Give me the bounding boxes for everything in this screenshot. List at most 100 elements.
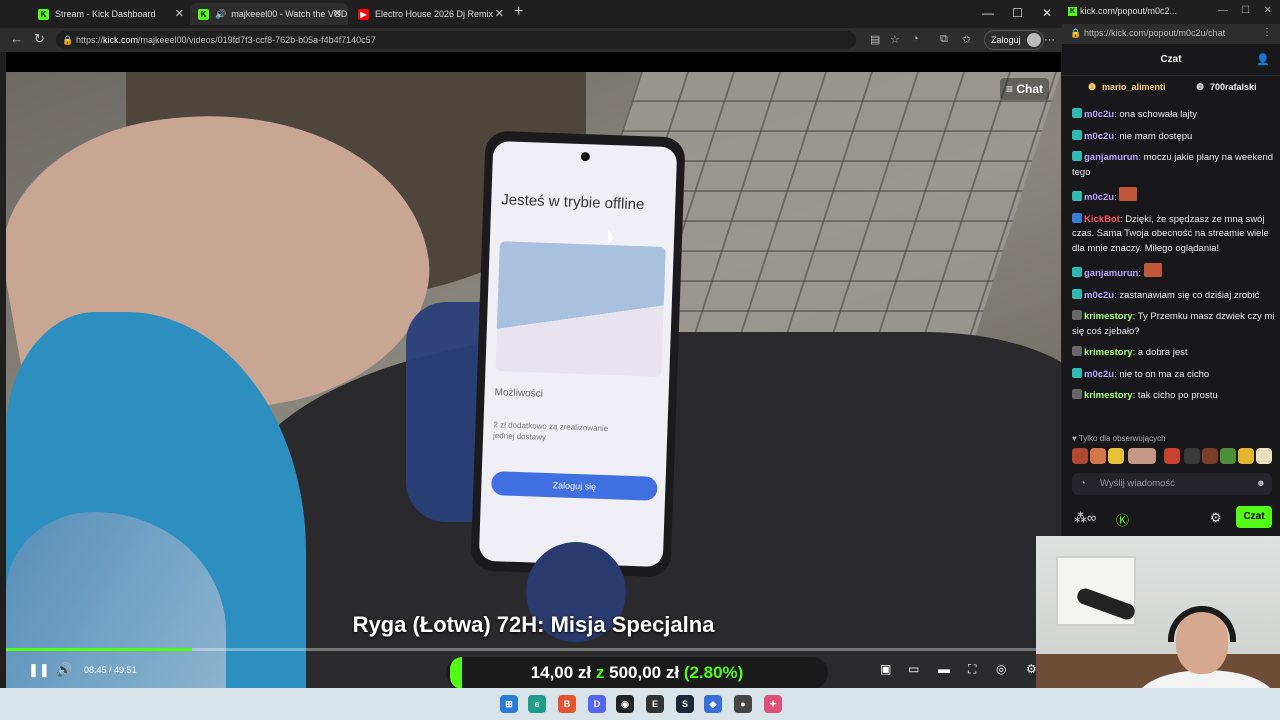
user-settings-icon[interactable]: 👤 [1256, 53, 1270, 66]
reload-icon[interactable]: ↻ [34, 31, 45, 47]
phone-section: Możliwości [494, 387, 544, 400]
user-badge-icon [1072, 129, 1082, 140]
close-icon[interactable]: ✕ [333, 7, 342, 20]
obs-icon[interactable]: ◉ [616, 695, 634, 713]
edge-icon[interactable]: e [528, 695, 546, 713]
chat-window-title: kick.com/popout/m0c2... [1080, 6, 1178, 16]
minimize-icon[interactable]: — [1218, 5, 1228, 16]
emote-6[interactable] [1184, 448, 1200, 464]
gifter-1[interactable]: mario_alimenti [1102, 82, 1166, 92]
discord-icon[interactable]: D [588, 695, 606, 713]
toggle-chat-button[interactable]: ≡ Chat [999, 78, 1049, 100]
chat-text: tak cicho po prostu [1137, 390, 1218, 401]
sidebar-icon[interactable]: ⧉ [940, 33, 948, 46]
user-badge-icon [1072, 191, 1082, 201]
chat-username[interactable]: m0c2u [1084, 109, 1114, 120]
followers-only-label: Tylko dla obserwujących [1078, 434, 1166, 443]
chat-username[interactable]: krimestory [1084, 347, 1133, 358]
chat-text: ona schowała lajty [1119, 109, 1198, 120]
emote-1[interactable] [1072, 448, 1088, 464]
send-chat-button[interactable]: Czat [1236, 506, 1272, 528]
gifter-rank1-icon: ❶ [1088, 82, 1097, 92]
followers-only-notice: ♥ Tylko dla obserwujących [1072, 434, 1166, 443]
steam-icon[interactable]: S [676, 695, 694, 713]
chat-message: m0c2u: nie mam dostępu [1072, 129, 1276, 145]
chat-address-bar[interactable]: 🔒 https://kick.com/popout/m0c2u/chat ⋮ [1062, 24, 1280, 44]
miniplayer-icon[interactable]: ▣ [880, 662, 891, 676]
donation-current: 14,00 zł [530, 663, 592, 682]
maximize-icon[interactable]: ☐ [1012, 6, 1023, 20]
close-icon[interactable]: ✕ [175, 7, 184, 20]
gifter-2[interactable]: 700rafalski [1210, 82, 1257, 92]
emote-4[interactable] [1128, 448, 1156, 464]
windows-start-icon[interactable]: ⊞ [500, 695, 518, 713]
video-player[interactable]: Jesteś w trybie offline Możliwości 2 zł … [6, 72, 1061, 688]
chat-text: nie mam dostępu [1119, 130, 1193, 142]
chat-username[interactable]: krimestory [1084, 390, 1133, 401]
volume-icon[interactable]: 🔊 [56, 662, 72, 678]
chat-username[interactable]: m0c2u [1084, 192, 1114, 203]
chat-input[interactable]: ◔ Wyślij wiadomość ☻ [1072, 473, 1272, 495]
app-icon-3[interactable]: ✦ [764, 695, 782, 713]
chat-username[interactable]: m0c2u [1084, 290, 1114, 301]
brave-icon[interactable]: B [558, 695, 576, 713]
shield-icon: ◔ [1080, 478, 1086, 489]
pause-icon[interactable]: ❚❚ [28, 662, 50, 678]
chat-username[interactable]: ganjamurun [1084, 152, 1138, 163]
chat-message: m0c2u: ona schowała lajty [1072, 108, 1276, 123]
address-bar[interactable]: 🔒 https://kick.com/majkeeel00/videos/019… [56, 31, 856, 49]
emote-8[interactable] [1220, 448, 1236, 464]
more-menu-icon[interactable]: ⋯ [1044, 33, 1055, 46]
tab-youtube[interactable]: ▶ Electro House 2026 Dj Remix ✕ [350, 3, 510, 25]
favorites-icon[interactable]: ✩ [962, 33, 971, 46]
emote-7[interactable] [1202, 448, 1218, 464]
wide-mode-icon[interactable]: ▬ [938, 662, 950, 676]
extensions-icon[interactable]: ◔ [912, 33, 919, 45]
epic-games-icon[interactable]: E [646, 695, 664, 713]
emoji-icon[interactable]: ☻ [1256, 473, 1266, 495]
points-icon[interactable]: ⁂∞ [1074, 510, 1096, 526]
minimize-icon[interactable]: — [982, 6, 994, 20]
emote-5[interactable] [1164, 448, 1180, 464]
chat-username[interactable]: KickBot [1084, 214, 1120, 225]
chat-username[interactable]: ganjamurun [1084, 268, 1138, 279]
emote-2[interactable] [1090, 448, 1106, 464]
new-tab-plus-icon[interactable]: + [514, 3, 523, 21]
speed-icon[interactable]: ◎ [996, 662, 1006, 676]
kick-favicon: K [1068, 7, 1077, 16]
star-icon[interactable]: ☆ [890, 33, 900, 46]
kick-coin-icon[interactable]: Ⓚ [1116, 510, 1129, 529]
chat-username[interactable]: krimestory [1084, 311, 1133, 322]
progress-bar[interactable] [6, 648, 1061, 651]
time-total: 49:51 [114, 665, 137, 675]
emote-3[interactable] [1108, 448, 1124, 464]
theater-icon[interactable]: ▭ [908, 662, 919, 676]
chat-input-placeholder: Wyślij wiadomość [1100, 478, 1175, 489]
reader-icon[interactable]: ▤ [870, 33, 880, 46]
window-close-icon[interactable]: ✕ [1042, 6, 1052, 20]
app-icon[interactable]: ◈ [704, 695, 722, 713]
youtube-favicon: ▶ [358, 8, 369, 20]
fullscreen-icon[interactable]: ⛶ [968, 662, 976, 677]
phone-heading: Jesteś w trybie offline [501, 191, 645, 214]
top-gifters: ❶ mario_alimenti ❷ 700rafalski [1062, 78, 1280, 98]
url-path: /majkeeel00/videos/019fd7f3-ccf8-762b-b0… [138, 35, 376, 45]
chat-username[interactable]: m0c2u [1084, 131, 1114, 142]
app-icon-2[interactable]: ● [734, 695, 752, 713]
url-prefix: https:// [76, 35, 104, 45]
tab-kick-dashboard[interactable]: K Stream - Kick Dashboard ✕ [30, 3, 190, 25]
chat-messages: m0c2u: ona schowała lajty m0c2u: nie mam … [1072, 108, 1276, 411]
emote-10[interactable] [1256, 448, 1272, 464]
emote-9[interactable] [1238, 448, 1254, 464]
more-menu-icon[interactable]: ⋮ [1262, 27, 1272, 38]
maximize-icon[interactable]: ☐ [1241, 5, 1250, 16]
back-arrow-icon[interactable]: ← [10, 31, 23, 46]
chat-username[interactable]: m0c2u [1084, 369, 1114, 380]
login-button[interactable]: Zaloguj [984, 30, 1044, 50]
mouse-cursor-icon [608, 230, 614, 244]
speaker-icon: 🔊 [215, 8, 227, 19]
chat-settings-gear-icon[interactable]: ⚙ [1210, 510, 1222, 526]
tab-vod[interactable]: K 🔊 majkeeel00 - Watch the VOD ✕ [190, 3, 348, 25]
window-close-icon[interactable]: ✕ [1264, 5, 1272, 16]
close-icon[interactable]: ✕ [495, 7, 504, 20]
